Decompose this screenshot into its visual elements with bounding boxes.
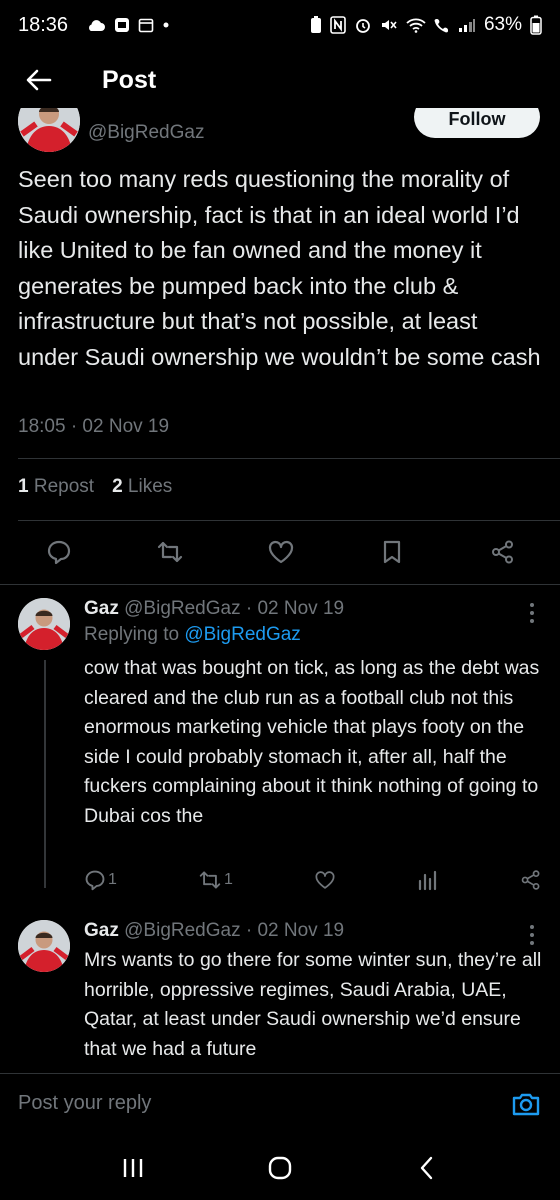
likes-count: 2 xyxy=(112,476,123,497)
main-post-actions xyxy=(18,532,542,572)
repost-label: Repost xyxy=(33,476,95,497)
replying-to: Replying to @BigRedGaz xyxy=(84,624,301,646)
reply-actions: 1 1 xyxy=(84,864,542,896)
home-button[interactable] xyxy=(255,1148,305,1188)
top-app-bar: Post xyxy=(0,52,560,108)
author-avatar[interactable] xyxy=(18,108,80,152)
bookmark-button[interactable] xyxy=(375,535,409,569)
page-title: Post xyxy=(102,65,157,94)
repost-count: 1 xyxy=(18,476,29,497)
reply-like-button[interactable] xyxy=(314,869,336,891)
nfc-icon xyxy=(330,16,346,34)
battery-icon xyxy=(530,15,542,35)
back-button[interactable] xyxy=(4,52,74,108)
reply-views-button[interactable] xyxy=(417,869,439,891)
reply-text: Mrs wants to go there for some winter su… xyxy=(84,949,542,1060)
camera-icon xyxy=(512,1093,540,1116)
mute-icon xyxy=(380,16,398,34)
reply-meta: @BigRedGaz · 02 Nov 19 xyxy=(124,598,345,619)
repost-icon xyxy=(157,541,183,563)
reply-composer[interactable]: Post your reply xyxy=(0,1073,560,1135)
repost-count: 1 xyxy=(223,871,233,888)
system-nav-bar xyxy=(0,1135,560,1200)
comment-icon xyxy=(85,870,105,891)
wifi-calling-icon xyxy=(434,17,450,33)
signal-icon xyxy=(458,17,476,33)
battery-percent: 63% xyxy=(483,14,522,35)
bookmark-icon xyxy=(383,540,401,564)
main-post-author: @BigRedGaz Follow xyxy=(18,108,542,154)
reply-author-name[interactable]: Gaz xyxy=(84,598,119,619)
analytics-icon xyxy=(418,870,437,891)
more-vertical-icon xyxy=(530,603,534,623)
calendar-icon xyxy=(138,17,154,33)
status-time: 18:36 xyxy=(18,13,69,36)
dot-icon xyxy=(162,21,170,29)
reply-header: Gaz @BigRedGaz · 02 Nov 19 xyxy=(84,920,502,942)
post-stats: 1 Repost 2 Likes xyxy=(18,476,172,498)
main-post-text: Seen too many reds questioning the moral… xyxy=(18,166,541,370)
recent-apps-button[interactable] xyxy=(108,1148,158,1188)
divider xyxy=(18,458,560,459)
cloud-icon xyxy=(86,18,106,32)
home-icon xyxy=(268,1156,292,1179)
comment-icon xyxy=(47,540,71,565)
reply-item[interactable]: Gaz @BigRedGaz · 02 Nov 19 Replying to @… xyxy=(18,598,542,898)
heart-icon xyxy=(315,871,335,889)
repost-button[interactable] xyxy=(153,535,187,569)
follow-button[interactable]: Follow xyxy=(414,108,540,138)
divider xyxy=(0,584,560,585)
chevron-left-icon xyxy=(420,1156,432,1179)
likes-stat[interactable]: 2 Likes xyxy=(112,476,172,498)
reply-button[interactable] xyxy=(42,535,76,569)
app-notification-icon xyxy=(114,17,130,33)
system-back-button[interactable] xyxy=(402,1148,452,1188)
battery-saver-icon xyxy=(310,16,322,34)
heart-icon xyxy=(268,540,294,564)
reply-count: 1 xyxy=(108,871,117,888)
reply-share-button[interactable] xyxy=(520,869,542,891)
likes-label: Likes xyxy=(127,476,173,497)
divider xyxy=(18,520,560,521)
more-vertical-icon xyxy=(530,925,534,945)
repost-stat[interactable]: 1 Repost xyxy=(18,476,94,498)
post-timestamp: 18:05 · 02 Nov 19 xyxy=(18,416,170,437)
recents-icon xyxy=(124,1158,143,1177)
wifi-icon xyxy=(406,17,426,33)
share-icon xyxy=(521,870,540,890)
arrow-left-icon xyxy=(26,69,52,91)
share-button[interactable] xyxy=(486,535,520,569)
like-button[interactable] xyxy=(264,535,298,569)
replying-prefix: Replying to xyxy=(84,624,180,645)
alarm-icon xyxy=(354,16,372,34)
reply-meta: @BigRedGaz · 02 Nov 19 xyxy=(124,920,345,941)
author-handle[interactable]: @BigRedGaz xyxy=(88,122,204,144)
more-options-button[interactable] xyxy=(522,600,542,626)
repost-icon xyxy=(199,871,221,889)
camera-button[interactable] xyxy=(510,1088,542,1120)
reply-text: cow that was bought on tick, as long as … xyxy=(84,657,540,827)
replying-to-link[interactable]: @BigRedGaz xyxy=(184,624,300,645)
reply-author-name[interactable]: Gaz xyxy=(84,920,119,941)
status-bar: 18:36 63% xyxy=(0,0,560,50)
reply-item[interactable]: Gaz @BigRedGaz · 02 Nov 19 Mrs wants to … xyxy=(18,920,542,1072)
reply-avatar[interactable] xyxy=(18,598,70,650)
share-icon xyxy=(492,540,513,564)
reply-repost-button[interactable]: 1 xyxy=(198,869,233,891)
reply-header: Gaz @BigRedGaz · 02 Nov 19 xyxy=(84,598,502,620)
reply-comment-button[interactable]: 1 xyxy=(84,869,117,891)
reply-avatar[interactable] xyxy=(18,920,70,972)
more-options-button[interactable] xyxy=(522,922,542,948)
reply-input[interactable]: Post your reply xyxy=(18,1092,151,1115)
